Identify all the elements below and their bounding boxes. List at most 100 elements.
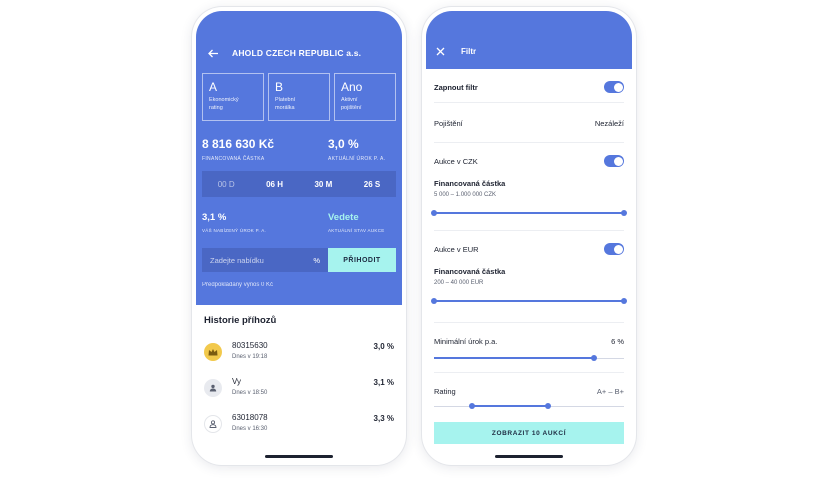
enable-filter-row: Zapnout filtr bbox=[434, 73, 624, 103]
bid-input[interactable]: Zadejte nabídku % bbox=[202, 248, 328, 272]
enable-filter-label: Zapnout filtr bbox=[434, 82, 478, 92]
list-item[interactable]: Vy Dnes v 18:50 3,1 % bbox=[204, 377, 394, 413]
top-bar: AHOLD CZECH REPUBLIC a.s. bbox=[206, 45, 392, 61]
financed-amount: 8 816 630 Kč FINANCOVANÁ ČÁSTKA bbox=[202, 137, 328, 162]
insurance-label: Pojištění bbox=[434, 118, 463, 128]
auction-eur-label: Aukce v EUR bbox=[434, 244, 479, 254]
home-indicator bbox=[495, 455, 563, 458]
filter-header: Filtr bbox=[426, 11, 632, 69]
rating-label: Platební morálka bbox=[275, 97, 296, 111]
filter-title: Filtr bbox=[461, 47, 477, 56]
bid-placeholder: Zadejte nabídku bbox=[210, 255, 264, 265]
rating-filter-label: Rating bbox=[434, 386, 456, 396]
bidder-name: Vy bbox=[232, 377, 242, 386]
slider-fill bbox=[434, 212, 624, 214]
bid-unit: % bbox=[313, 255, 320, 265]
place-bid-button[interactable]: PŘIHODIT bbox=[328, 248, 396, 272]
timer-seconds: 26 S bbox=[363, 179, 381, 189]
min-rate-value: 6 % bbox=[611, 336, 624, 346]
auction-state-caption: AKTUÁLNÍ STAV AUKCE bbox=[328, 228, 385, 233]
countdown-timer: 00 D 06 H 30 M 26 S bbox=[202, 171, 396, 197]
czk-amount-range: 5 000 – 1.000 000 CZK bbox=[434, 192, 497, 198]
slider-max-handle[interactable] bbox=[545, 403, 551, 409]
amount-stats: 8 816 630 Kč FINANCOVANÁ ČÁSTKA 3,0 % AK… bbox=[202, 137, 396, 162]
rating-value: Ano bbox=[341, 80, 363, 94]
insurance-row[interactable]: Pojištění Nezáleží bbox=[434, 103, 624, 143]
current-rate-caption: AKTUÁLNÍ ÚROK P. A. bbox=[328, 156, 386, 162]
company-title: AHOLD CZECH REPUBLIC a.s. bbox=[232, 48, 362, 58]
czk-amount-label: Financovaná částka bbox=[434, 179, 506, 188]
slider-min-handle[interactable] bbox=[469, 403, 475, 409]
slider-min-handle[interactable] bbox=[431, 210, 437, 216]
auction-detail-phone: AHOLD CZECH REPUBLIC a.s. A Ekonomický r… bbox=[192, 7, 406, 465]
your-rate: 3,1 % VÁŠ NABÍZENÝ ÚROK P. A. bbox=[202, 212, 328, 233]
slider-fill bbox=[434, 300, 624, 302]
auction-state-value: Vedete bbox=[328, 212, 359, 223]
auction-czk-label: Aukce v CZK bbox=[434, 156, 478, 166]
bid-value: 3,1 % bbox=[373, 378, 394, 387]
rating-label: Aktivní pojištění bbox=[341, 97, 362, 111]
czk-amount-slider[interactable] bbox=[431, 208, 627, 218]
filter-screen: Filtr Zapnout filtr Pojištění Nezáleží A… bbox=[426, 11, 632, 461]
timer-days: 00 D bbox=[217, 179, 235, 189]
bid-time: Dnes v 16:30 bbox=[232, 426, 268, 432]
auction-czk-section: Aukce v CZK Financovaná částka 5 000 – 1… bbox=[431, 143, 627, 231]
eur-amount-slider[interactable] bbox=[431, 296, 627, 306]
eur-amount-range: 200 – 40 000 EUR bbox=[434, 280, 484, 286]
list-item[interactable]: 63018078 Dnes v 16:30 3,3 % bbox=[204, 413, 394, 449]
home-indicator bbox=[265, 455, 333, 458]
rating-filter-value: A+ – B+ bbox=[596, 386, 624, 396]
your-rate-value: 3,1 % bbox=[202, 212, 227, 223]
rating-insurance: Ano Aktivní pojištění bbox=[334, 73, 396, 121]
rating-label: Ekonomický rating bbox=[209, 97, 239, 111]
slider-min-handle[interactable] bbox=[431, 298, 437, 304]
rating-payment: B Platební morálka bbox=[268, 73, 330, 121]
bid-time: Dnes v 19:18 bbox=[232, 354, 268, 360]
close-icon[interactable] bbox=[436, 45, 445, 59]
bid-row: Zadejte nabídku % PŘIHODIT bbox=[202, 248, 396, 272]
slider-max-handle[interactable] bbox=[621, 298, 627, 304]
min-rate-section: Minimální úrok p.a. 6 % bbox=[434, 323, 624, 373]
current-rate: 3,0 % AKTUÁLNÍ ÚROK P. A. bbox=[328, 137, 396, 162]
timer-hours: 06 H bbox=[266, 179, 284, 189]
arrow-left-icon[interactable] bbox=[206, 46, 220, 60]
auction-eur-toggle[interactable] bbox=[604, 243, 624, 255]
auction-state: Vedete AKTUÁLNÍ STAV AUKCE bbox=[328, 212, 396, 233]
bid-time: Dnes v 18:50 bbox=[232, 390, 268, 396]
history-text: 63018078 Dnes v 16:30 bbox=[232, 413, 374, 432]
rating-slider[interactable] bbox=[434, 401, 624, 411]
expected-yield: Předpokládaný výnos 0 Kč bbox=[202, 282, 274, 288]
ratings-row: A Ekonomický rating B Platební morálka A… bbox=[202, 73, 396, 121]
list-item[interactable]: 80315630 Dnes v 19:18 3,0 % bbox=[204, 341, 394, 377]
your-rate-caption: VÁŠ NABÍZENÝ ÚROK P. A. bbox=[202, 228, 267, 233]
rating-economic: A Ekonomický rating bbox=[202, 73, 264, 121]
rating-value: A bbox=[209, 80, 218, 94]
user-icon bbox=[204, 415, 222, 433]
auction-czk-toggle[interactable] bbox=[604, 155, 624, 167]
min-rate-slider[interactable] bbox=[434, 353, 624, 363]
bid-value: 3,0 % bbox=[373, 342, 394, 351]
history-list: 80315630 Dnes v 19:18 3,0 % Vy Dnes v 18… bbox=[204, 341, 394, 449]
user-icon bbox=[204, 379, 222, 397]
history-text: 80315630 Dnes v 19:18 bbox=[232, 341, 374, 360]
bid-stats: 3,1 % VÁŠ NABÍZENÝ ÚROK P. A. Vedete AKT… bbox=[202, 212, 396, 233]
crown-icon bbox=[204, 343, 222, 361]
rating-section: Rating A+ – B+ bbox=[434, 373, 624, 417]
bid-value: 3,3 % bbox=[373, 414, 394, 423]
bidder-name: 63018078 bbox=[232, 413, 268, 422]
enable-filter-toggle[interactable] bbox=[604, 81, 624, 93]
rating-value: B bbox=[275, 80, 284, 94]
bidder-name: 80315630 bbox=[232, 341, 268, 350]
history-title: Historie příhozů bbox=[204, 315, 277, 326]
eur-amount-label: Financovaná částka bbox=[434, 267, 506, 276]
timer-minutes: 30 M bbox=[314, 179, 333, 189]
financed-amount-caption: FINANCOVANÁ ČÁSTKA bbox=[202, 156, 265, 162]
auction-detail-screen: AHOLD CZECH REPUBLIC a.s. A Ekonomický r… bbox=[196, 11, 402, 461]
show-auctions-button[interactable]: ZOBRAZIT 10 AUKCÍ bbox=[434, 422, 624, 444]
auction-eur-section: Aukce v EUR Financovaná částka 200 – 40 … bbox=[431, 231, 627, 323]
min-rate-label: Minimální úrok p.a. bbox=[434, 336, 498, 346]
slider-handle[interactable] bbox=[590, 355, 597, 361]
auction-header-panel: AHOLD CZECH REPUBLIC a.s. A Ekonomický r… bbox=[196, 11, 402, 305]
history-text: Vy Dnes v 18:50 bbox=[232, 377, 374, 396]
slider-max-handle[interactable] bbox=[621, 210, 627, 216]
